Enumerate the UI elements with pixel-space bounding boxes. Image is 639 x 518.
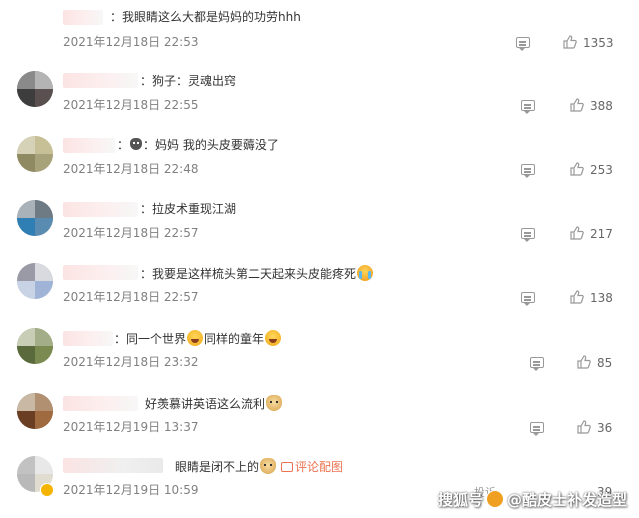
avatar[interactable] bbox=[17, 71, 53, 107]
comment-text-part: ：妈妈 我的头皮要薅没了 bbox=[143, 138, 279, 152]
username-blurred[interactable] bbox=[63, 396, 138, 411]
comment-timestamp: 2021年12月18日 22:57 bbox=[63, 290, 199, 304]
comment-text: ：同一个世界 同样的童年 bbox=[114, 330, 282, 347]
thumbs-up-icon[interactable] bbox=[570, 98, 584, 112]
thumbs-up-icon[interactable] bbox=[570, 290, 584, 304]
doge-emoji bbox=[260, 458, 277, 474]
comment-timestamp: 2021年12月18日 23:32 bbox=[63, 355, 199, 369]
like-count: 85 bbox=[597, 356, 613, 370]
watermark: 搜狐号 @酷皮士补发造型 bbox=[438, 489, 627, 510]
like-count: 36 bbox=[597, 421, 613, 435]
like-count: 1353 bbox=[583, 36, 614, 50]
comment-text: ： ：妈妈 我的头皮要薅没了 bbox=[117, 137, 279, 153]
comment-image-link[interactable]: 评论配图 bbox=[295, 460, 343, 474]
thumbs-up-icon[interactable] bbox=[577, 355, 591, 369]
comment-text: 眼睛是闭不上的 评论配图 bbox=[175, 458, 343, 475]
dog-emoji bbox=[130, 138, 143, 150]
comment-text: ：我要是这样梳头第二天起来头皮能疼死 bbox=[140, 265, 374, 282]
watermark-prefix: 搜狐号 bbox=[437, 491, 483, 509]
comment-text-part: ：我要是这样梳头第二天起来头皮能疼死 bbox=[140, 267, 357, 281]
username-blurred[interactable] bbox=[63, 138, 115, 153]
comment-timestamp: 2021年12月18日 22:55 bbox=[63, 98, 199, 112]
comment-icon[interactable] bbox=[530, 357, 544, 371]
thumbs-up-icon[interactable] bbox=[570, 226, 584, 240]
watermark-at: @ bbox=[506, 491, 522, 509]
verified-badge-icon bbox=[40, 483, 54, 497]
cry-emoji bbox=[357, 265, 374, 281]
avatar[interactable] bbox=[17, 200, 53, 236]
comment-text-part: 好羡慕讲英语这么流利 bbox=[145, 397, 266, 411]
comment-text: 好羡慕讲英语这么流利 bbox=[145, 395, 283, 412]
avatar[interactable] bbox=[17, 328, 53, 364]
comment-icon[interactable] bbox=[521, 164, 535, 178]
comment-timestamp: 2021年12月19日 10:59 bbox=[63, 483, 199, 497]
comment-text-part: 眼睛是闭不上的 bbox=[175, 460, 260, 474]
image-icon bbox=[281, 462, 294, 472]
like-count: 388 bbox=[590, 99, 613, 113]
like-count: 253 bbox=[590, 163, 613, 177]
comment-icon[interactable] bbox=[521, 228, 535, 242]
sohu-logo-icon bbox=[485, 490, 504, 508]
doge-emoji bbox=[266, 395, 283, 411]
comment-icon[interactable] bbox=[530, 422, 544, 436]
laugh-emoji bbox=[265, 330, 282, 346]
username-blurred[interactable] bbox=[63, 331, 113, 346]
username-blurred[interactable] bbox=[63, 458, 163, 473]
comment-timestamp: 2021年12月19日 13:37 bbox=[63, 420, 199, 434]
thumbs-up-icon[interactable] bbox=[563, 35, 577, 49]
comment-icon[interactable] bbox=[521, 292, 535, 306]
laugh-emoji bbox=[187, 330, 204, 346]
avatar[interactable] bbox=[17, 136, 53, 172]
comment-text-part: ： bbox=[117, 138, 130, 152]
comment-text-part: ：同一个世界 bbox=[114, 332, 187, 346]
comment-text-part: 同样的童年 bbox=[204, 332, 265, 346]
comment-icon[interactable] bbox=[521, 100, 535, 114]
avatar[interactable] bbox=[17, 393, 53, 429]
username-blurred[interactable] bbox=[63, 73, 138, 88]
like-count: 217 bbox=[590, 227, 613, 241]
comment-icon[interactable] bbox=[516, 37, 530, 51]
comment-timestamp: 2021年12月18日 22:57 bbox=[63, 226, 199, 240]
watermark-name: 酷皮士补发造型 bbox=[521, 491, 627, 509]
like-count: 138 bbox=[590, 291, 613, 305]
thumbs-up-icon[interactable] bbox=[577, 420, 591, 434]
username-blurred[interactable] bbox=[63, 10, 103, 25]
thumbs-up-icon[interactable] bbox=[570, 162, 584, 176]
comment-text: ：狗子：灵魂出窍 bbox=[140, 74, 237, 88]
avatar[interactable] bbox=[17, 263, 53, 299]
comment-text: ：我眼睛这么大都是妈妈的功劳hhh bbox=[110, 10, 301, 24]
comment-timestamp: 2021年12月18日 22:48 bbox=[63, 162, 199, 176]
comment-text: ：拉皮术重现江湖 bbox=[140, 202, 237, 216]
username-blurred[interactable] bbox=[63, 265, 138, 280]
username-blurred[interactable] bbox=[63, 202, 138, 217]
comment-timestamp: 2021年12月18日 22:53 bbox=[63, 35, 199, 49]
